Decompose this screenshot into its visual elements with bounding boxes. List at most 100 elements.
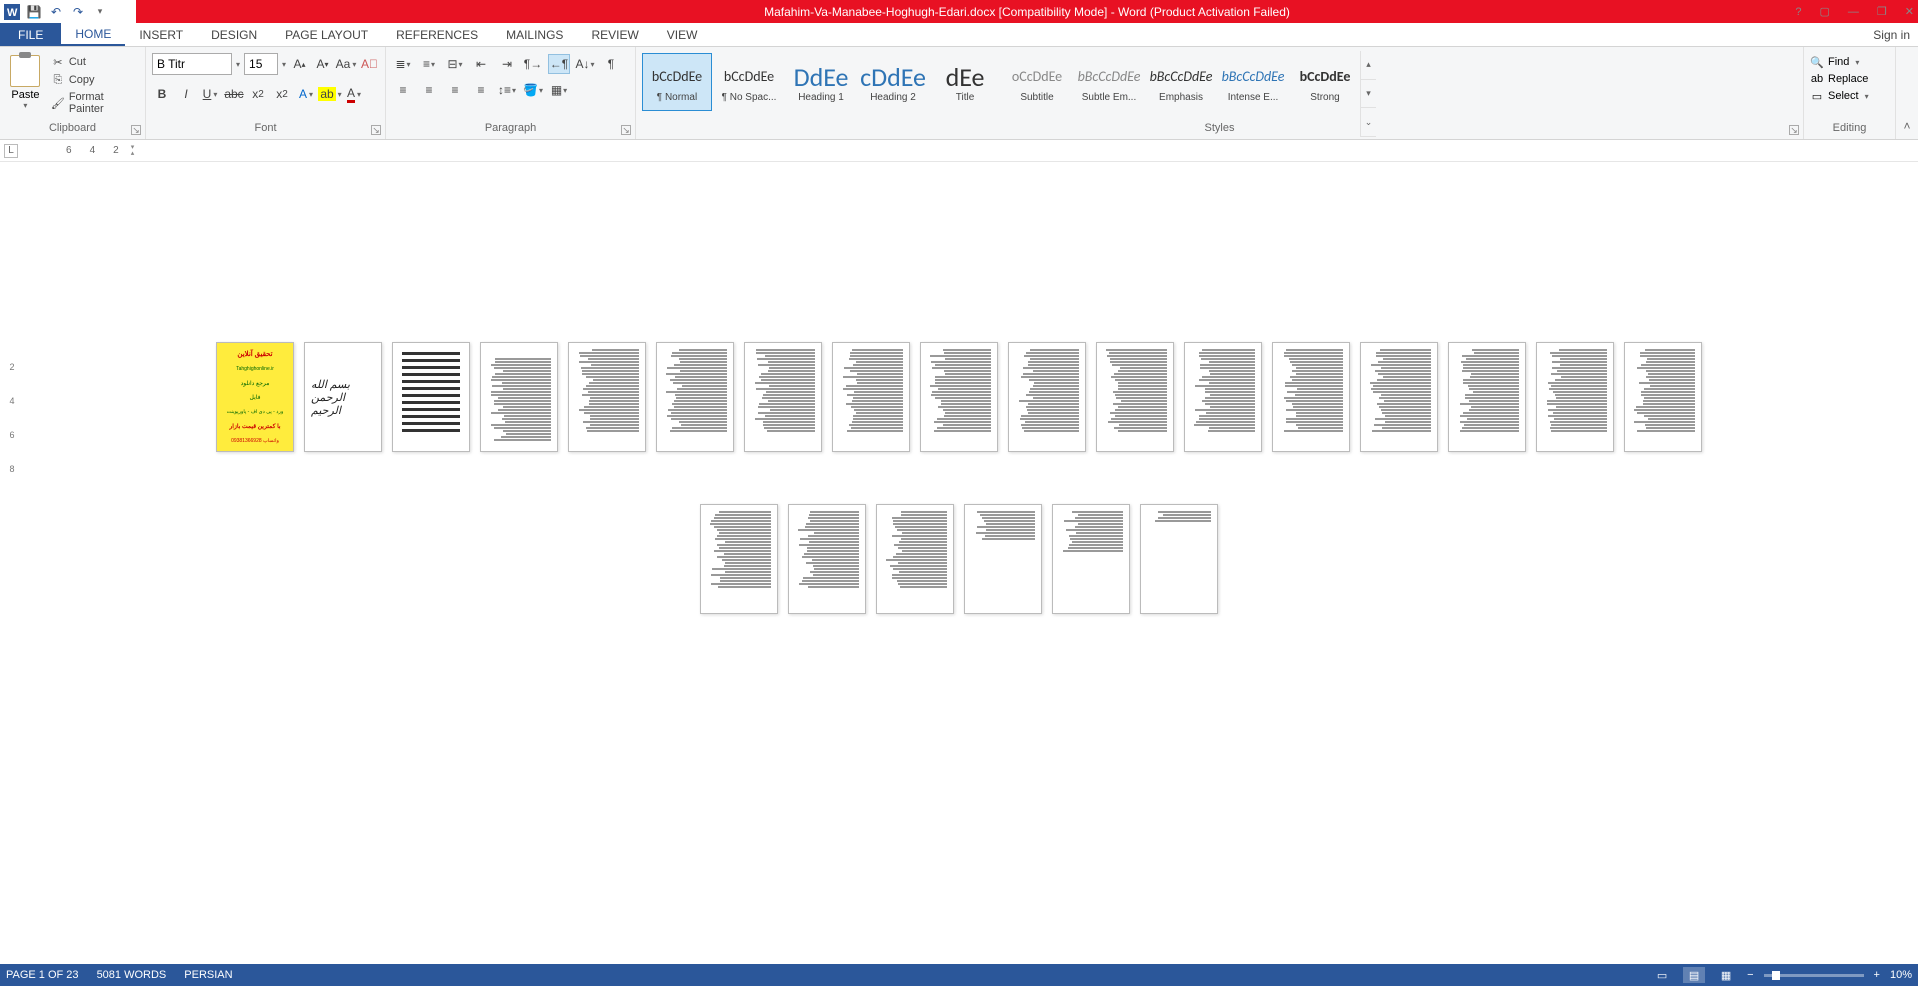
page-thumbnail-11[interactable]	[1096, 342, 1174, 452]
justify-button[interactable]: ≡	[470, 80, 492, 100]
page-thumbnail-4[interactable]	[480, 342, 558, 452]
page-thumbnail-8[interactable]	[832, 342, 910, 452]
page-thumbnail-15[interactable]	[1448, 342, 1526, 452]
page-thumbnail-21[interactable]	[964, 504, 1042, 614]
style-item-strong[interactable]: bCcDdEeStrong	[1290, 53, 1360, 111]
zoom-level[interactable]: 10%	[1890, 969, 1912, 981]
decrease-indent-button[interactable]: ⇤	[470, 54, 492, 74]
document-area[interactable]: 2 4 6 8 تحقیق آنلاینTahghighonline.irمرج…	[0, 162, 1918, 964]
style-item-heading-1[interactable]: DdEeHeading 1	[786, 53, 856, 111]
font-color-button[interactable]: A	[344, 84, 364, 104]
text-effects-button[interactable]: A	[296, 84, 316, 104]
styles-scroll-down[interactable]: ▾	[1361, 80, 1376, 109]
page-thumbnail-17[interactable]	[1624, 342, 1702, 452]
tab-selector[interactable]: L	[4, 144, 18, 158]
restore-button[interactable]: ❐	[1877, 5, 1887, 18]
page-thumbnail-12[interactable]	[1184, 342, 1262, 452]
font-size-input[interactable]	[244, 53, 278, 75]
style-item-subtitle[interactable]: oCcDdEeSubtitle	[1002, 53, 1072, 111]
tab-insert[interactable]: INSERT	[125, 23, 197, 46]
page-thumbnail-20[interactable]	[876, 504, 954, 614]
undo-icon[interactable]: ↶	[48, 4, 64, 20]
zoom-in-button[interactable]: +	[1874, 969, 1880, 981]
styles-gallery[interactable]: bCcDdEe¶ NormalbCcDdEe¶ No Spac...DdEeHe…	[642, 51, 1360, 119]
page-thumbnail-7[interactable]	[744, 342, 822, 452]
clear-formatting-button[interactable]: A⃠	[360, 54, 379, 74]
align-left-button[interactable]: ≡	[392, 80, 414, 100]
save-icon[interactable]: 💾	[26, 4, 42, 20]
tab-mailings[interactable]: MAILINGS	[492, 23, 577, 46]
page-thumbnail-2[interactable]: بسم الله الرحمن الرحیم	[304, 342, 382, 452]
superscript-button[interactable]: x2	[272, 84, 292, 104]
page-thumbnail-14[interactable]	[1360, 342, 1438, 452]
page-thumbnail-3[interactable]	[392, 342, 470, 452]
rtl-direction-button[interactable]: ←¶	[548, 54, 570, 74]
change-case-button[interactable]: Aa	[336, 54, 356, 74]
zoom-slider[interactable]	[1764, 974, 1864, 977]
align-right-button[interactable]: ≡	[444, 80, 466, 100]
paragraph-dialog-launcher[interactable]: ↘	[621, 125, 631, 135]
tab-references[interactable]: REFERENCES	[382, 23, 492, 46]
italic-button[interactable]: I	[176, 84, 196, 104]
style-item--normal[interactable]: bCcDdEe¶ Normal	[642, 53, 712, 111]
grow-font-button[interactable]: A▴	[290, 54, 309, 74]
numbering-button[interactable]: ≡	[418, 54, 440, 74]
page-thumbnail-23[interactable]	[1140, 504, 1218, 614]
help-button[interactable]: ?	[1795, 6, 1801, 18]
select-button[interactable]: ▭Select▾	[1810, 89, 1869, 103]
ltr-direction-button[interactable]: ¶→	[522, 54, 544, 74]
page-thumbnail-1[interactable]: تحقیق آنلاینTahghighonline.irمرجع دانلود…	[216, 342, 294, 452]
style-item-subtle-em-[interactable]: bBcCcDdEeSubtle Em...	[1074, 53, 1144, 111]
multilevel-list-button[interactable]: ⊟	[444, 54, 466, 74]
highlight-button[interactable]: ab	[320, 84, 340, 104]
align-center-button[interactable]: ≡	[418, 80, 440, 100]
tab-file[interactable]: FILE	[0, 23, 61, 46]
tab-review[interactable]: REVIEW	[577, 23, 652, 46]
font-name-input[interactable]	[152, 53, 232, 75]
page-thumbnail-6[interactable]	[656, 342, 734, 452]
page-thumbnail-18[interactable]	[700, 504, 778, 614]
print-layout-button[interactable]: ▤	[1683, 967, 1705, 983]
tab-view[interactable]: VIEW	[653, 23, 712, 46]
page-thumbnail-19[interactable]	[788, 504, 866, 614]
style-item-intense-e-[interactable]: bBcCcDdEeIntense E...	[1218, 53, 1288, 111]
tab-design[interactable]: DESIGN	[197, 23, 271, 46]
style-item--no-spac-[interactable]: bCcDdEe¶ No Spac...	[714, 53, 784, 111]
web-layout-button[interactable]: ▦	[1715, 967, 1737, 983]
tab-page-layout[interactable]: PAGE LAYOUT	[271, 23, 382, 46]
page-number-status[interactable]: PAGE 1 OF 23	[6, 969, 79, 981]
replace-button[interactable]: abReplace	[1810, 72, 1869, 86]
increase-indent-button[interactable]: ⇥	[496, 54, 518, 74]
page-thumbnail-13[interactable]	[1272, 342, 1350, 452]
redo-icon[interactable]: ↷	[70, 4, 86, 20]
format-painter-button[interactable]: 🖌Format Painter	[51, 91, 139, 115]
tab-home[interactable]: HOME	[61, 23, 125, 46]
bold-button[interactable]: B	[152, 84, 172, 104]
show-marks-button[interactable]: ¶	[600, 54, 622, 74]
strikethrough-button[interactable]: abc	[224, 84, 244, 104]
ribbon-display-options[interactable]: ▢	[1820, 5, 1830, 18]
page-thumbnail-22[interactable]	[1052, 504, 1130, 614]
style-item-title[interactable]: dEeTitle	[930, 53, 1000, 111]
borders-button[interactable]: ▦	[548, 80, 570, 100]
minimize-button[interactable]: —	[1848, 6, 1859, 18]
sign-in-link[interactable]: Sign in	[1873, 23, 1910, 47]
page-thumbnail-16[interactable]	[1536, 342, 1614, 452]
style-item-heading-2[interactable]: cDdEeHeading 2	[858, 53, 928, 111]
collapse-ribbon-button[interactable]: ˄	[1896, 47, 1918, 139]
word-count-status[interactable]: 5081 WORDS	[97, 969, 167, 981]
zoom-out-button[interactable]: −	[1747, 969, 1753, 981]
styles-scroll-up[interactable]: ▴	[1361, 51, 1376, 80]
underline-button[interactable]: U	[200, 84, 220, 104]
line-spacing-button[interactable]: ↕≡	[496, 80, 518, 100]
clipboard-dialog-launcher[interactable]: ↘	[131, 125, 141, 135]
shrink-font-button[interactable]: A▾	[313, 54, 332, 74]
styles-dialog-launcher[interactable]: ↘	[1789, 125, 1799, 135]
shading-button[interactable]: 🪣	[522, 80, 544, 100]
copy-button[interactable]: ⎘Copy	[51, 73, 139, 87]
bullets-button[interactable]: ≣	[392, 54, 414, 74]
qat-dropdown-icon[interactable]: ▾	[92, 4, 108, 20]
sort-button[interactable]: A↓	[574, 54, 596, 74]
page-thumbnail-9[interactable]	[920, 342, 998, 452]
close-button[interactable]: ✕	[1905, 5, 1914, 18]
